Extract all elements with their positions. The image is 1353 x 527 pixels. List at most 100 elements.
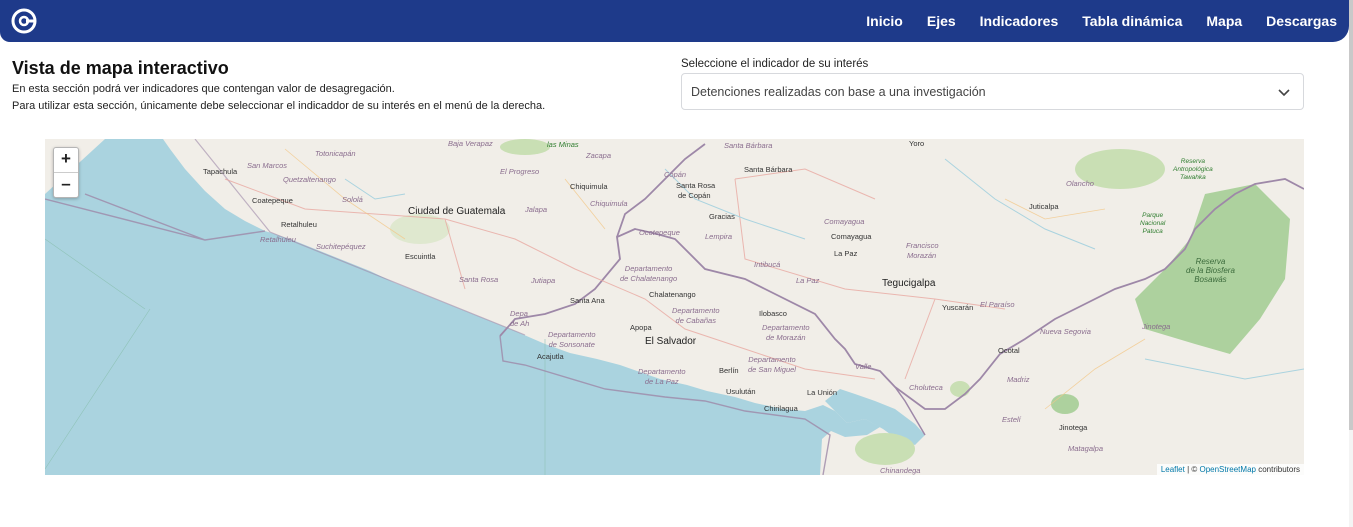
attribution-suffix: contributors — [1255, 465, 1300, 474]
reserva-tawahka-line-1: Reserva — [1180, 158, 1205, 165]
indicator-select[interactable]: Detenciones realizadas con base a una in… — [681, 73, 1304, 110]
map-label-retalhuleu: Retalhuleu — [281, 220, 317, 229]
map-label-ocotal: Ocotal — [998, 346, 1020, 355]
morazan-line-2: de Morazán — [765, 333, 806, 342]
osm-link[interactable]: OpenStreetMap — [1199, 465, 1255, 474]
map-label-nueva-segovia: Nueva Segovia — [1040, 327, 1091, 336]
page-description-2: Para utilizar esta sección, únicamente d… — [12, 100, 546, 112]
map-label-santa-rosa-copan-2: de Copán — [678, 191, 711, 200]
bosawas-line-1: Reserva — [1195, 257, 1226, 266]
map-label-coatepeque: Coatepeque — [252, 196, 293, 205]
map-label-francisco-morazan-2: Morazán — [907, 251, 937, 260]
map-label-yoro: Yoro — [909, 139, 925, 148]
nav-inicio[interactable]: Inicio — [866, 13, 903, 29]
map-label-chalatenango-dept: Departamento de Chalatenango — [620, 264, 677, 284]
map-label-lempira: Lempira — [705, 232, 733, 241]
chalatenango-dept-line-1: Departamento — [624, 264, 673, 273]
map-label-chalatenango: Chalatenango — [649, 290, 696, 299]
map-label-gracias: Gracias — [709, 212, 735, 221]
dept-ah-line-2: de Ah — [510, 319, 530, 328]
map-label-tegucigalpa: Tegucigalpa — [882, 278, 936, 289]
map-label-chirilagua: Chirilagua — [764, 404, 798, 413]
map-label-jalapa: Jalapa — [525, 205, 548, 214]
map-label-santa-barbara-dept: Santa Bárbara — [724, 141, 773, 150]
map-label-comayagua-dept: Comayagua — [824, 217, 865, 226]
map-label-santa-rosa-copan-1: Santa Rosa — [676, 181, 716, 190]
map-label-la-paz-hn: La Paz — [834, 249, 858, 258]
map-label-intibuca: Intibucá — [754, 260, 781, 269]
map-label-las-minas: las Minas — [547, 140, 579, 149]
map-label-matagalpa: Matagalpa — [1068, 444, 1104, 453]
map-label-dept-ah: Depa de Ah — [510, 309, 529, 329]
map-label-totonicapan: Totonicapán — [315, 149, 356, 158]
map-label-chinandega: Chinandega — [880, 466, 921, 475]
map-label-morazan: Departamento de Morazán — [762, 323, 810, 343]
reserva-tawahka-line-3: Tawahka — [1179, 174, 1206, 181]
map-label-reserva-tawahka: Reserva Antropológica Tawahka — [1173, 158, 1213, 182]
main-nav: Inicio Ejes Indicadores Tabla dinámica M… — [842, 0, 1337, 42]
interactive-map[interactable]: Tapachula Coatepeque Retalhuleu San Marc… — [45, 139, 1304, 475]
map-label-sonsonate: Departamento de Sonsonate — [548, 330, 596, 350]
page-scrollbar[interactable] — [1349, 0, 1353, 527]
app-logo-icon[interactable] — [11, 8, 37, 34]
map-label-jinotega: Jinotega — [1059, 423, 1088, 432]
top-navbar: Inicio Ejes Indicadores Tabla dinámica M… — [0, 0, 1349, 42]
map-label-acajutla: Acajutla — [537, 352, 564, 361]
nav-tabla-dinamica[interactable]: Tabla dinámica — [1082, 13, 1182, 29]
bosawas-line-2: de la Biosfera — [1186, 266, 1235, 275]
map-label-quetzaltenango: Quetzaltenango — [283, 175, 336, 184]
morazan-line-1: Departamento — [762, 323, 810, 332]
map-label-san-marcos: San Marcos — [247, 161, 288, 170]
map-label-santa-rosa: Santa Rosa — [459, 275, 499, 284]
dept-ah-line-1: Depa — [510, 309, 528, 318]
scrollbar-thumb[interactable] — [1349, 0, 1353, 430]
map-label-comayagua: Comayagua — [831, 232, 872, 241]
map-label-baja-verapaz: Baja Verapaz — [448, 139, 493, 148]
la-paz-sv-line-2: de La Paz — [644, 377, 679, 386]
map-label-retalhuleu-dept: Retalhuleu — [260, 235, 296, 244]
map-label-berlin: Berlín — [719, 366, 739, 375]
map-label-jinotega-dept: Jinotega — [1142, 322, 1171, 331]
map-label-usulutan: Usulután — [726, 387, 756, 396]
zoom-in-button[interactable]: + — [54, 148, 78, 172]
bosawas-line-3: Bosawás — [1194, 275, 1227, 284]
map-label-parque-patuca: Parque Nacional Patuca — [1140, 212, 1165, 236]
indicator-select-value: Detenciones realizadas con base a una in… — [691, 85, 986, 99]
cabanas-line-2: de Cabañas — [675, 316, 716, 325]
san-miguel-line-2: de San Miguel — [748, 365, 796, 374]
map-label-francisco-morazan-1: Francisco — [906, 241, 939, 250]
map-label-el-paraiso: El Paraíso — [980, 300, 1015, 309]
nav-ejes[interactable]: Ejes — [927, 13, 956, 29]
chevron-down-icon — [1278, 89, 1290, 97]
map-label-santa-barbara: Santa Bárbara — [744, 165, 793, 174]
map-label-zacapa: Zacapa — [586, 151, 612, 160]
map-label-esteli: Estelí — [1002, 415, 1021, 424]
zoom-out-button[interactable]: – — [54, 172, 78, 197]
map-label-chiquimula-dept: Chiquimula — [590, 199, 628, 208]
nav-mapa[interactable]: Mapa — [1206, 13, 1242, 29]
map-label-jutiapa: Jutiapa — [531, 276, 556, 285]
map-label-juticalpa: Juticalpa — [1029, 202, 1059, 211]
page-description-1: En esta sección podrá ver indicadores qu… — [12, 83, 395, 95]
map-label-escuintla: Escuintla — [405, 252, 436, 261]
nav-indicadores[interactable]: Indicadores — [980, 13, 1059, 29]
map-label-madriz: Madriz — [1007, 375, 1030, 384]
map-label-ocotepeque: Ocotepeque — [639, 228, 680, 237]
map-attribution: Leaflet | © OpenStreetMap contributors — [1156, 464, 1304, 475]
chalatenango-dept-line-2: de Chalatenango — [620, 274, 678, 283]
leaflet-link[interactable]: Leaflet — [1161, 465, 1185, 474]
map-label-yuscaran: Yuscarán — [942, 303, 974, 312]
map-label-tapachula: Tapachula — [203, 167, 238, 176]
map-label-olancho: Olancho — [1066, 179, 1094, 188]
map-label-la-paz-dept-hn: La Paz — [796, 276, 820, 285]
sonsonate-line-1: Departamento — [548, 330, 596, 339]
map-label-san-miguel: Departamento de San Miguel — [748, 355, 796, 375]
page-title: Vista de mapa interactivo — [12, 58, 229, 78]
sonsonate-line-2: de Sonsonate — [548, 340, 595, 349]
map-label-chiquimula: Chiquimula — [570, 182, 608, 191]
map-label-el-salvador: El Salvador — [645, 336, 697, 347]
nav-descargas[interactable]: Descargas — [1266, 13, 1337, 29]
cabanas-line-1: Departamento — [672, 306, 720, 315]
indicator-select-label: Seleccione el indicador de su interés — [681, 58, 869, 70]
map-label-apopa: Apopa — [630, 323, 652, 332]
